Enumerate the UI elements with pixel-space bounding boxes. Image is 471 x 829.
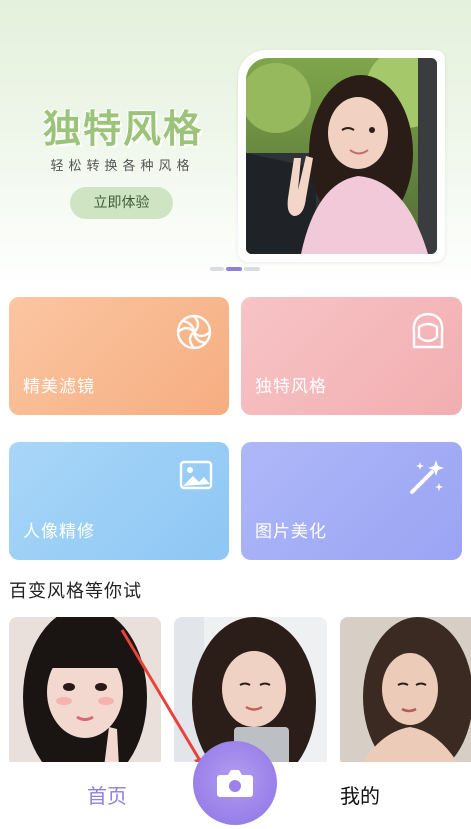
carousel-dot: [210, 267, 224, 271]
banner-title: 独特风格: [42, 107, 203, 151]
feature-label: 人像精修: [23, 522, 95, 542]
flower-shutter-icon: [175, 313, 213, 355]
feature-label: 图片美化: [255, 522, 327, 542]
camera-icon: [217, 770, 253, 797]
banner-photo: [246, 58, 437, 254]
feature-card-portrait-retouch[interactable]: 人像精修: [9, 442, 229, 560]
hero-banner[interactable]: 独特风格 轻松转换各种风格 立即体验: [0, 0, 471, 285]
style-thumbnail[interactable]: [340, 617, 471, 767]
carousel-dot: [244, 267, 260, 271]
banner-subtitle: 轻松转换各种风格: [50, 159, 195, 174]
tab-home[interactable]: 首页: [87, 780, 127, 809]
magic-wand-icon: [408, 458, 446, 500]
woman-face-icon: [410, 311, 446, 355]
camera-button[interactable]: [193, 741, 277, 825]
style-thumbnail[interactable]: [9, 617, 161, 767]
feature-card-filters[interactable]: 精美滤镜: [9, 297, 229, 415]
banner-photo-frame: [238, 50, 445, 262]
carousel-indicator: [210, 267, 262, 272]
section-title: 百变风格等你试: [9, 581, 142, 602]
feature-card-beautify[interactable]: 图片美化: [241, 442, 462, 560]
feature-label: 独特风格: [255, 377, 327, 397]
image-icon: [179, 460, 213, 494]
feature-card-style[interactable]: 独特风格: [241, 297, 462, 415]
try-now-button[interactable]: 立即体验: [70, 187, 173, 219]
tab-mine[interactable]: 我的: [340, 780, 380, 809]
carousel-dot-active: [226, 267, 242, 271]
feature-label: 精美滤镜: [23, 377, 95, 397]
